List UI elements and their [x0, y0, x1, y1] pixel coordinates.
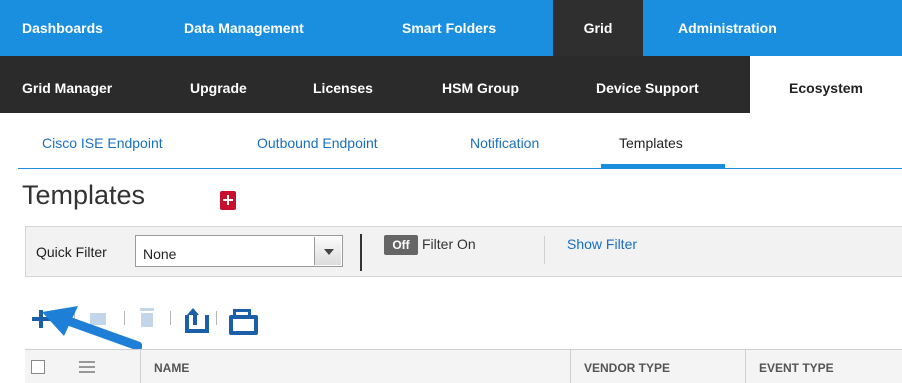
grid-sub-nav: Grid Manager Upgrade Licenses HSM Group …	[0, 56, 902, 113]
sub-tab-hsm-group[interactable]: HSM Group	[442, 56, 519, 113]
toolbar-separator	[216, 311, 217, 325]
table-header: NAME VENDOR TYPE EVENT TYPE	[25, 349, 902, 383]
column-label-name: NAME	[154, 361, 190, 375]
toolbar-separator	[74, 311, 75, 325]
column-label-vendor-type: VENDOR TYPE	[584, 361, 671, 375]
tab-templates[interactable]: Templates	[619, 135, 683, 151]
show-filter-link[interactable]: Show Filter	[567, 236, 637, 252]
top-tab-administration[interactable]: Administration	[670, 0, 785, 56]
top-tab-dashboards[interactable]: Dashboards	[14, 0, 111, 56]
export-icon[interactable]	[183, 308, 209, 333]
column-header-event-type[interactable]: EVENT TYPE	[746, 350, 902, 383]
toolbar-separator	[170, 311, 171, 325]
active-tab-indicator	[601, 164, 725, 168]
ecosystem-tabs: Cisco ISE Endpoint Outbound Endpoint Not…	[18, 113, 902, 169]
tab-cisco-ise-endpoint[interactable]: Cisco ISE Endpoint	[42, 135, 163, 151]
plus-icon[interactable]	[30, 308, 52, 330]
column-header-vendor-type[interactable]: VENDOR TYPE	[571, 350, 746, 383]
toolbar-separator	[124, 311, 125, 325]
page-title: Templates	[22, 180, 146, 210]
table-header-controls	[25, 350, 141, 383]
sub-tab-upgrade[interactable]: Upgrade	[190, 56, 247, 113]
filter-toggle[interactable]: Off	[384, 235, 418, 255]
column-label-event-type: EVENT TYPE	[759, 361, 834, 375]
top-nav: Dashboards Data Management Smart Folders…	[0, 0, 902, 56]
tab-outbound-endpoint[interactable]: Outbound Endpoint	[257, 135, 378, 151]
trash-icon[interactable]	[138, 308, 156, 328]
top-tab-grid[interactable]: Grid	[553, 0, 643, 56]
sub-tab-grid-manager[interactable]: Grid Manager	[22, 56, 112, 113]
quick-filter-label: Quick Filter	[36, 244, 107, 260]
filter-bar: Quick Filter None Off Filter On Show Fil…	[25, 226, 902, 277]
bookmark-icon[interactable]	[220, 191, 236, 210]
chevron-down-icon[interactable]	[314, 237, 341, 265]
sub-tab-licenses[interactable]: Licenses	[313, 56, 373, 113]
quick-filter-value: None	[143, 246, 177, 262]
quick-filter-select[interactable]: None	[135, 235, 343, 267]
divider	[360, 234, 362, 271]
tab-notification[interactable]: Notification	[470, 135, 539, 151]
sub-tab-device-support[interactable]: Device Support	[596, 56, 699, 113]
column-menu-icon[interactable]	[79, 361, 95, 373]
edit-icon[interactable]	[88, 308, 108, 328]
filter-on-label: Filter On	[422, 236, 476, 252]
column-header-name[interactable]: NAME	[141, 350, 571, 383]
top-tab-data-management[interactable]: Data Management	[176, 0, 312, 56]
print-icon[interactable]	[229, 308, 258, 335]
divider	[544, 236, 545, 264]
top-tab-smart-folders[interactable]: Smart Folders	[394, 0, 504, 56]
select-all-checkbox[interactable]	[31, 360, 45, 374]
sub-tab-ecosystem[interactable]: Ecosystem	[750, 56, 902, 113]
